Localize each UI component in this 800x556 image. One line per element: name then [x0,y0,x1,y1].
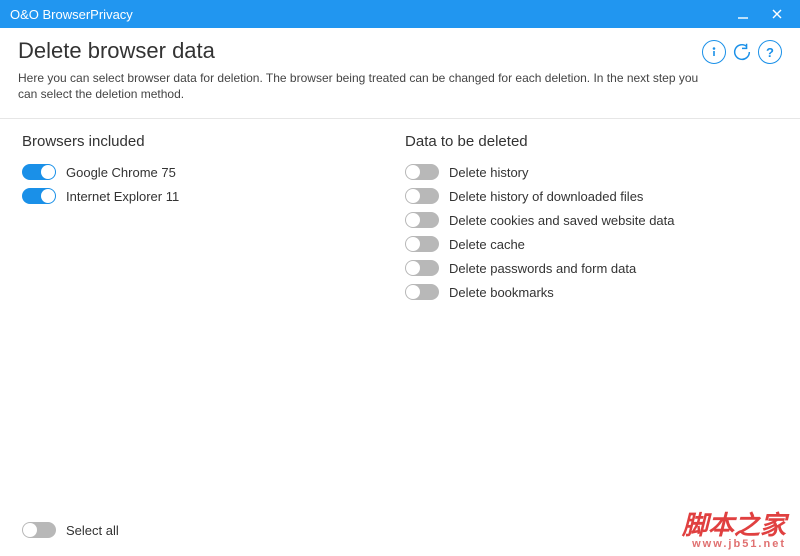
data-column: Data to be deleted Delete history Delete … [381,133,782,499]
titlebar: O&O BrowserPrivacy [0,0,800,28]
select-all-toggle[interactable] [22,522,56,538]
data-item-row: Delete history [405,164,782,180]
browsers-column: Browsers included Google Chrome 75 Intern… [22,133,381,499]
data-item-row: Delete cookies and saved website data [405,212,782,228]
browser-item-label: Google Chrome 75 [66,165,176,180]
page-header: Delete browser data Here you can select … [0,28,800,108]
data-item-toggle[interactable] [405,260,439,276]
data-item-label: Delete history of downloaded files [449,189,643,204]
browser-item-toggle[interactable] [22,188,56,204]
data-item-toggle[interactable] [405,284,439,300]
data-item-label: Delete cache [449,237,525,252]
browser-item-toggle[interactable] [22,164,56,180]
browsers-heading: Browsers included [22,133,381,150]
data-item-toggle[interactable] [405,212,439,228]
page-description: Here you can select browser data for del… [18,70,702,102]
select-all-label: Select all [66,523,119,538]
data-item-toggle[interactable] [405,236,439,252]
watermark: 脚本之家 www.jb51.net [682,513,786,550]
data-item-label: Delete history [449,165,528,180]
close-button[interactable] [760,0,794,28]
browser-item-label: Internet Explorer 11 [66,189,179,204]
info-button[interactable] [702,40,726,64]
help-button[interactable]: ? [758,40,782,64]
page-title: Delete browser data [18,38,702,64]
data-item-toggle[interactable] [405,164,439,180]
refresh-button[interactable] [730,40,754,64]
app-title: O&O BrowserPrivacy [10,7,726,22]
data-item-toggle[interactable] [405,188,439,204]
data-item-row: Delete cache [405,236,782,252]
data-item-label: Delete bookmarks [449,285,554,300]
data-item-row: Delete bookmarks [405,284,782,300]
data-heading: Data to be deleted [405,133,782,150]
data-item-label: Delete passwords and form data [449,261,636,276]
minimize-button[interactable] [726,0,760,28]
browser-item-row: Google Chrome 75 [22,164,381,180]
data-item-label: Delete cookies and saved website data [449,213,674,228]
data-item-row: Delete passwords and form data [405,260,782,276]
select-all-row: Select all [22,522,119,538]
data-item-row: Delete history of downloaded files [405,188,782,204]
browser-item-row: Internet Explorer 11 [22,188,381,204]
